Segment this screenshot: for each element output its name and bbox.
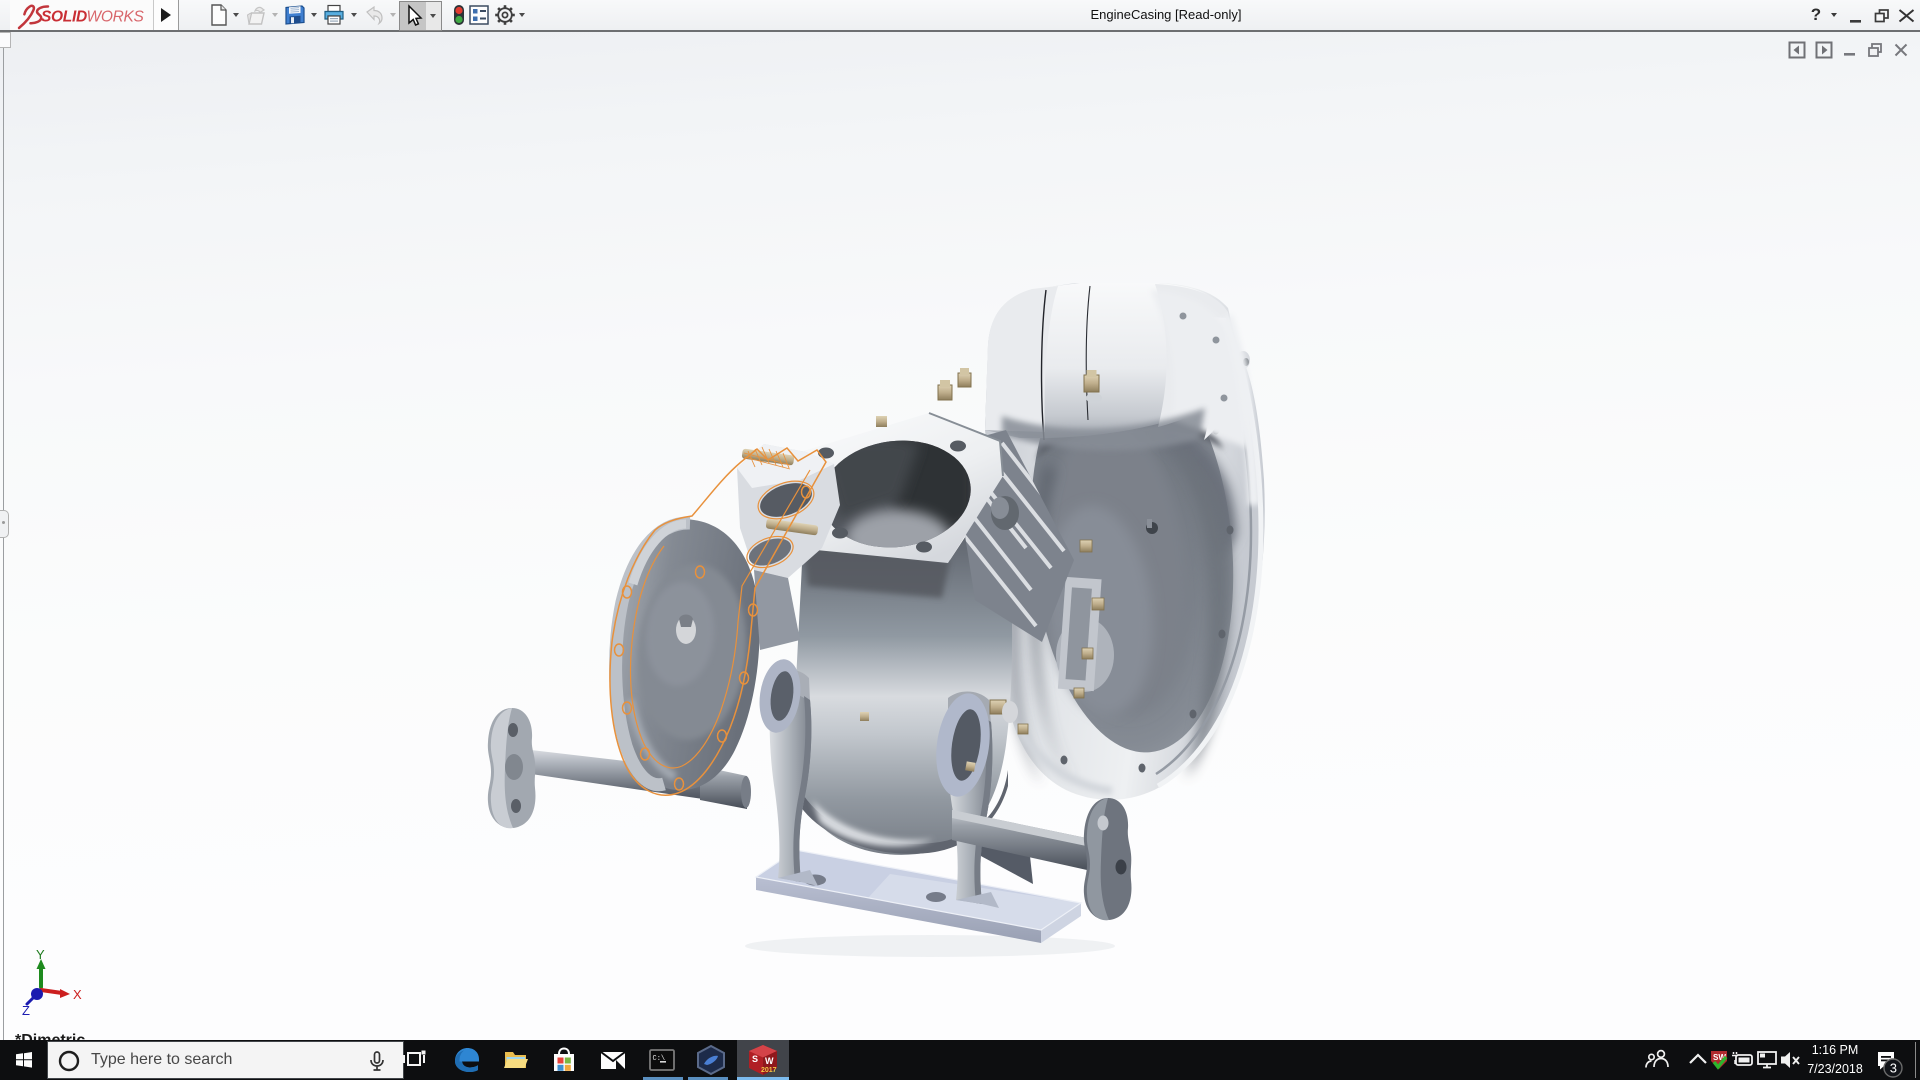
svg-text:S: S (752, 1054, 758, 1064)
svg-text:3: 3 (1890, 1061, 1897, 1076)
svg-text:Y: Y (36, 947, 45, 962)
svg-text:2017: 2017 (761, 1067, 777, 1074)
svg-text:W: W (765, 1056, 774, 1066)
svg-text:X: X (73, 987, 82, 1002)
svg-text:Z: Z (22, 1003, 30, 1018)
